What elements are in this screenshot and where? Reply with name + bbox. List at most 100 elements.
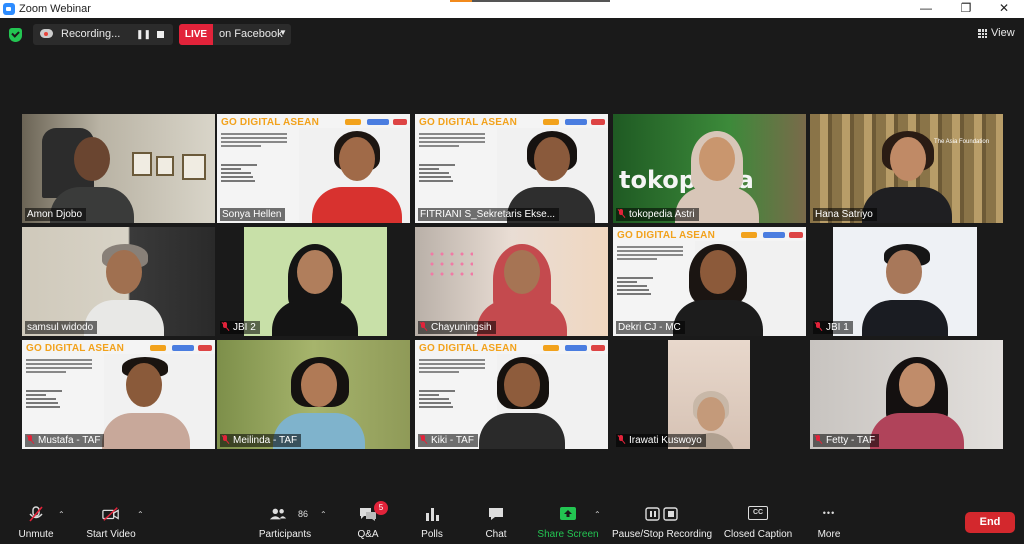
- video-tile[interactable]: GO DIGITAL ASEAN Mustafa - TAF: [22, 340, 215, 449]
- video-tile[interactable]: JBI 2: [217, 227, 410, 336]
- slide-title: GO DIGITAL ASEAN: [221, 117, 320, 128]
- participant-name: Hana Satriyo: [813, 208, 877, 221]
- participant-video: [870, 357, 964, 449]
- participant-name: Sonya Hellen: [220, 208, 286, 221]
- unmute-button[interactable]: Unmute: [10, 496, 62, 544]
- slide-body: [26, 357, 108, 375]
- chat-button[interactable]: Chat: [476, 496, 516, 544]
- video-tile[interactable]: Meilinda - TAF: [217, 340, 410, 449]
- participant-name: Amon Djobo: [25, 208, 87, 221]
- qa-notification-badge: 5: [374, 501, 388, 515]
- slide-title: GO DIGITAL ASEAN: [617, 230, 716, 241]
- slide-title: GO DIGITAL ASEAN: [419, 343, 518, 354]
- participant-video: [102, 357, 190, 449]
- video-tile[interactable]: Fetty - TAF: [810, 340, 1003, 449]
- participants-options-caret-icon[interactable]: ⌃: [320, 511, 328, 519]
- participant-name: FITRIANI S_Sekretaris Ekse...: [418, 208, 560, 221]
- live-stream-indicator[interactable]: LIVE on Facebook ▼: [179, 24, 291, 45]
- pause-stop-icon: [645, 507, 678, 521]
- meeting-topbar: Recording... ❚❚ LIVE on Facebook ▼ View: [0, 18, 1024, 52]
- slide-hashtags: [419, 388, 459, 410]
- live-target-text: on Facebook: [219, 28, 283, 40]
- cloud-recording-icon: [40, 29, 53, 38]
- participant-name: JBI 2: [220, 321, 260, 334]
- window-titlebar: Zoom Webinar — ❐ ✕: [0, 0, 1024, 18]
- zoom-app-icon: [3, 3, 15, 15]
- closed-caption-button[interactable]: CC Closed Caption: [722, 496, 794, 544]
- pause-stop-recording-label: Pause/Stop Recording: [612, 529, 713, 540]
- more-label: More: [817, 529, 841, 540]
- participant-name: Irawati Kuswoyo: [616, 434, 706, 447]
- video-tile[interactable]: Amon Djobo: [22, 114, 215, 223]
- participant-video: [272, 244, 358, 336]
- participant-video: [312, 131, 402, 223]
- more-dots-icon: •••: [822, 508, 836, 518]
- slide-hashtags: [26, 388, 66, 410]
- view-button[interactable]: View: [974, 25, 1018, 43]
- slide-body: [419, 131, 501, 149]
- minimize-button[interactable]: —: [906, 0, 946, 18]
- pause-stop-recording-button[interactable]: Pause/Stop Recording: [612, 496, 712, 544]
- audio-options-caret-icon[interactable]: ⌃: [58, 511, 66, 519]
- mic-muted-icon: [815, 435, 822, 444]
- meeting-toolbar: Unmute ⌃ Start Video ⌃ 86 Participants ⌃…: [0, 496, 1024, 544]
- participant-video: [862, 244, 948, 336]
- mic-muted-icon: [222, 322, 229, 331]
- participant-name: Fetty - TAF: [813, 434, 880, 447]
- video-tile[interactable]: GO DIGITAL ASEAN FITRIANI S_Sekretaris E…: [415, 114, 608, 223]
- chat-icon: [489, 508, 503, 520]
- recording-status-text: Recording...: [61, 28, 121, 40]
- video-tile[interactable]: GO DIGITAL ASEAN Dekri CJ - MC: [613, 227, 806, 336]
- video-tile[interactable]: samsul widodo: [22, 227, 215, 336]
- share-screen-button[interactable]: Share Screen: [536, 496, 600, 544]
- share-options-caret-icon[interactable]: ⌃: [594, 511, 602, 519]
- mic-muted-icon: [29, 506, 43, 522]
- participants-icon: [269, 508, 286, 520]
- participants-button[interactable]: 86 Participants: [254, 496, 316, 544]
- video-tile[interactable]: Irawati Kuswoyo: [613, 340, 806, 449]
- mic-muted-icon: [27, 435, 34, 444]
- participant-video: [673, 244, 763, 336]
- grid-view-icon: [978, 29, 987, 38]
- more-button[interactable]: ••• More: [810, 496, 848, 544]
- pause-recording-icon[interactable]: ❚❚: [136, 29, 151, 40]
- qa-label: Q&A: [357, 529, 379, 540]
- share-screen-label: Share Screen: [537, 529, 599, 540]
- recording-indicator: Recording... ❚❚: [33, 24, 173, 45]
- start-video-label: Start Video: [86, 529, 136, 540]
- sponsor-logos: [741, 230, 803, 240]
- unmute-label: Unmute: [18, 529, 54, 540]
- sponsor-logos: [150, 343, 212, 353]
- participant-name: Kiki - TAF: [418, 434, 478, 447]
- share-screen-icon: [560, 507, 576, 520]
- sponsor-logos: [543, 343, 605, 353]
- chevron-down-icon[interactable]: ▼: [279, 28, 287, 37]
- video-tile-active-speaker[interactable]: GO DIGITAL ASEAN Sonya Hellen: [217, 114, 410, 223]
- security-shield-icon[interactable]: [9, 28, 22, 42]
- video-tile[interactable]: tokopedia tokopedia Astri: [613, 114, 806, 223]
- video-tile[interactable]: GO DIGITAL ASEAN Kiki - TAF: [415, 340, 608, 449]
- end-meeting-button[interactable]: End: [965, 512, 1015, 533]
- stop-recording-icon[interactable]: [157, 31, 164, 38]
- participant-name: Mustafa - TAF: [25, 434, 105, 447]
- window-title: Zoom Webinar: [19, 3, 91, 15]
- share-progress-strip: [450, 0, 610, 2]
- participants-label: Participants: [258, 529, 312, 540]
- video-options-caret-icon[interactable]: ⌃: [137, 511, 145, 519]
- video-off-icon: [102, 507, 119, 521]
- qa-button[interactable]: 5 Q&A: [344, 496, 392, 544]
- video-tile[interactable]: Chayuningsih: [415, 227, 608, 336]
- polls-button[interactable]: Polls: [412, 496, 452, 544]
- polls-icon: [426, 508, 439, 521]
- chat-label: Chat: [485, 529, 507, 540]
- sponsor-logos: [345, 117, 407, 127]
- participant-video: [479, 357, 565, 449]
- mic-muted-icon: [420, 435, 427, 444]
- video-tile[interactable]: JBI 1: [810, 227, 1003, 336]
- maximize-button[interactable]: ❐: [946, 0, 986, 18]
- video-tile[interactable]: The Asia Foundation Hana Satriyo: [810, 114, 1003, 223]
- close-window-button[interactable]: ✕: [984, 0, 1024, 18]
- view-label: View: [991, 27, 1015, 39]
- mic-muted-icon: [815, 322, 822, 331]
- start-video-button[interactable]: Start Video: [80, 496, 142, 544]
